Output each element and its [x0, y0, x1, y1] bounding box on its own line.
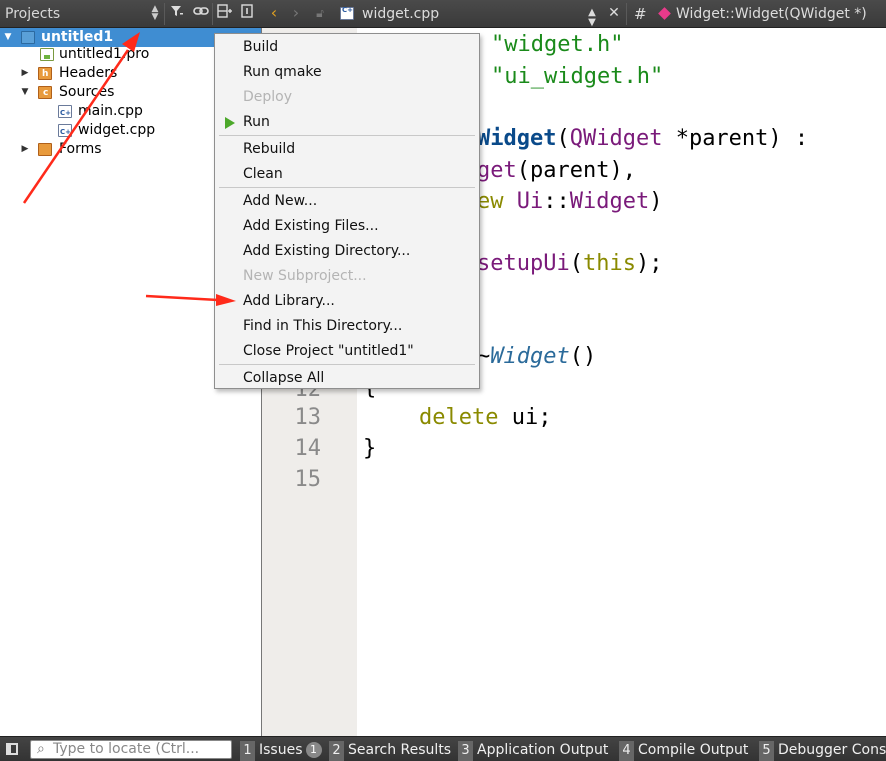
split-icon[interactable]: [215, 4, 235, 24]
code-line: get(parent),: [477, 158, 636, 183]
collapse-arrow-icon[interactable]: ▼: [19, 83, 31, 102]
forward-arrow-icon[interactable]: ›: [288, 4, 304, 24]
tab-label: Compile Output: [638, 742, 749, 758]
menu-item-run[interactable]: Run: [216, 110, 478, 135]
sources-folder-icon: [38, 84, 52, 103]
symbol-selector[interactable]: Widget::Widget(QWidget *): [676, 6, 867, 22]
tab-label: Search Results: [348, 742, 452, 758]
menu-item-run-label: Run: [243, 114, 270, 130]
pro-file-icon: [40, 48, 54, 61]
link-icon[interactable]: [191, 4, 211, 24]
tab-search-results[interactable]: 2 Search Results: [329, 740, 452, 761]
open-file-name[interactable]: widget.cpp: [362, 6, 439, 22]
sort-arrows-icon[interactable]: ▲ ▼: [148, 5, 162, 22]
menu-item-run-qmake[interactable]: Run qmake: [216, 60, 478, 85]
locator-placeholder: Type to locate (Ctrl...: [53, 741, 200, 757]
code-line: "ui_widget.h": [491, 64, 664, 89]
line-number: 14: [294, 436, 322, 461]
cpp-file-icon: [58, 123, 72, 142]
tab-number: 1: [240, 741, 255, 761]
toolbar-separator: [626, 3, 627, 25]
status-bar: ⌕ Type to locate (Ctrl... 1 Issues 1 2 Sear…: [0, 736, 886, 761]
code-line: }: [363, 436, 377, 461]
close-panel-icon[interactable]: [237, 4, 257, 24]
tab-application-output[interactable]: 3 Application Output: [458, 740, 609, 761]
tree-item-label: main.cpp: [78, 103, 143, 119]
cpp-file-icon: [340, 6, 354, 20]
locator-input[interactable]: ⌕ Type to locate (Ctrl...: [30, 740, 232, 759]
projects-toolbar: Projects ▲ ▼: [0, 0, 262, 28]
menu-item-add-new[interactable]: Add New...: [216, 189, 478, 214]
code-line: setupUi(this);: [477, 251, 663, 276]
menu-item-close-project[interactable]: Close Project "untitled1": [216, 339, 478, 364]
tree-item-label: widget.cpp: [78, 122, 156, 138]
lock-icon: 🔓︎: [316, 6, 324, 20]
project-context-menu: Build Run qmake Deploy Run Rebuild Clean…: [214, 33, 480, 389]
menu-item-deploy: Deploy: [243, 89, 293, 105]
hash-icon[interactable]: #: [634, 5, 647, 23]
menu-item-rebuild[interactable]: Rebuild: [216, 137, 478, 162]
line-number: 13: [294, 405, 322, 430]
menu-item-find-in-directory[interactable]: Find in This Directory...: [216, 314, 478, 339]
menu-item-add-existing-files[interactable]: Add Existing Files...: [216, 214, 478, 239]
projects-title: Projects: [5, 6, 61, 22]
tab-label: Issues: [259, 742, 303, 758]
filter-icon[interactable]: [167, 4, 187, 24]
menu-separator: [219, 187, 475, 188]
tab-compile-output[interactable]: 4 Compile Output: [619, 740, 749, 761]
toolbar-separator: [212, 3, 213, 25]
editor-toolbar: ‹ › 🔓︎ widget.cpp ▲▼ ✕ # Widget::Widget(…: [262, 0, 886, 28]
tree-item-label: Headers: [59, 65, 118, 81]
tab-number: 4: [619, 741, 634, 761]
project-icon: [21, 31, 35, 44]
issues-count-badge: 1: [305, 742, 322, 758]
tab-label: Application Output: [477, 742, 609, 758]
cpp-file-icon: [58, 104, 72, 123]
toggle-sidebar-icon[interactable]: [6, 743, 18, 755]
code-line: ew Ui::Widget): [477, 189, 663, 214]
tree-item-label: Sources: [59, 84, 115, 100]
line-number: 15: [294, 467, 322, 492]
symbol-icon: [658, 7, 671, 20]
code-line: delete ui;: [419, 405, 552, 430]
back-arrow-icon[interactable]: ‹: [266, 4, 282, 24]
menu-item-add-existing-directory[interactable]: Add Existing Directory...: [216, 239, 478, 264]
run-icon: [225, 117, 235, 129]
toolbar-separator: [164, 3, 165, 25]
menu-item-build[interactable]: Build: [216, 35, 478, 60]
menu-item-add-library[interactable]: Add Library...: [216, 289, 478, 314]
code-line: ~Widget(): [477, 344, 597, 369]
expand-arrow-icon[interactable]: ▶: [19, 64, 31, 83]
close-file-icon[interactable]: ✕: [606, 4, 622, 24]
tab-number: 3: [458, 741, 473, 761]
menu-item-new-subproject: New Subproject...: [243, 268, 367, 284]
menu-separator: [219, 135, 475, 136]
tab-number: 2: [329, 741, 344, 761]
forms-folder-icon: [38, 143, 52, 156]
tab-issues[interactable]: 1 Issues 1: [240, 740, 322, 761]
menu-separator: [219, 364, 475, 365]
expand-arrow-icon[interactable]: ▶: [19, 140, 31, 159]
menu-item-clean[interactable]: Clean: [216, 162, 478, 187]
file-dropdown-arrows-icon[interactable]: ▲ ▼: [584, 8, 600, 28]
tree-item-label: Forms: [59, 141, 102, 157]
code-line: "widget.h": [491, 32, 624, 57]
tab-label: Debugger Cons: [778, 742, 886, 758]
tab-number: 5: [759, 741, 774, 761]
search-icon: ⌕: [37, 741, 45, 757]
tree-item-label: untitled1.pro: [59, 46, 150, 62]
menu-item-collapse-all[interactable]: Collapse All: [216, 366, 478, 391]
code-line: Widget(QWidget *parent) :: [477, 126, 809, 151]
tab-debugger-console[interactable]: 5 Debugger Cons: [759, 740, 886, 761]
headers-folder-icon: [38, 65, 52, 84]
